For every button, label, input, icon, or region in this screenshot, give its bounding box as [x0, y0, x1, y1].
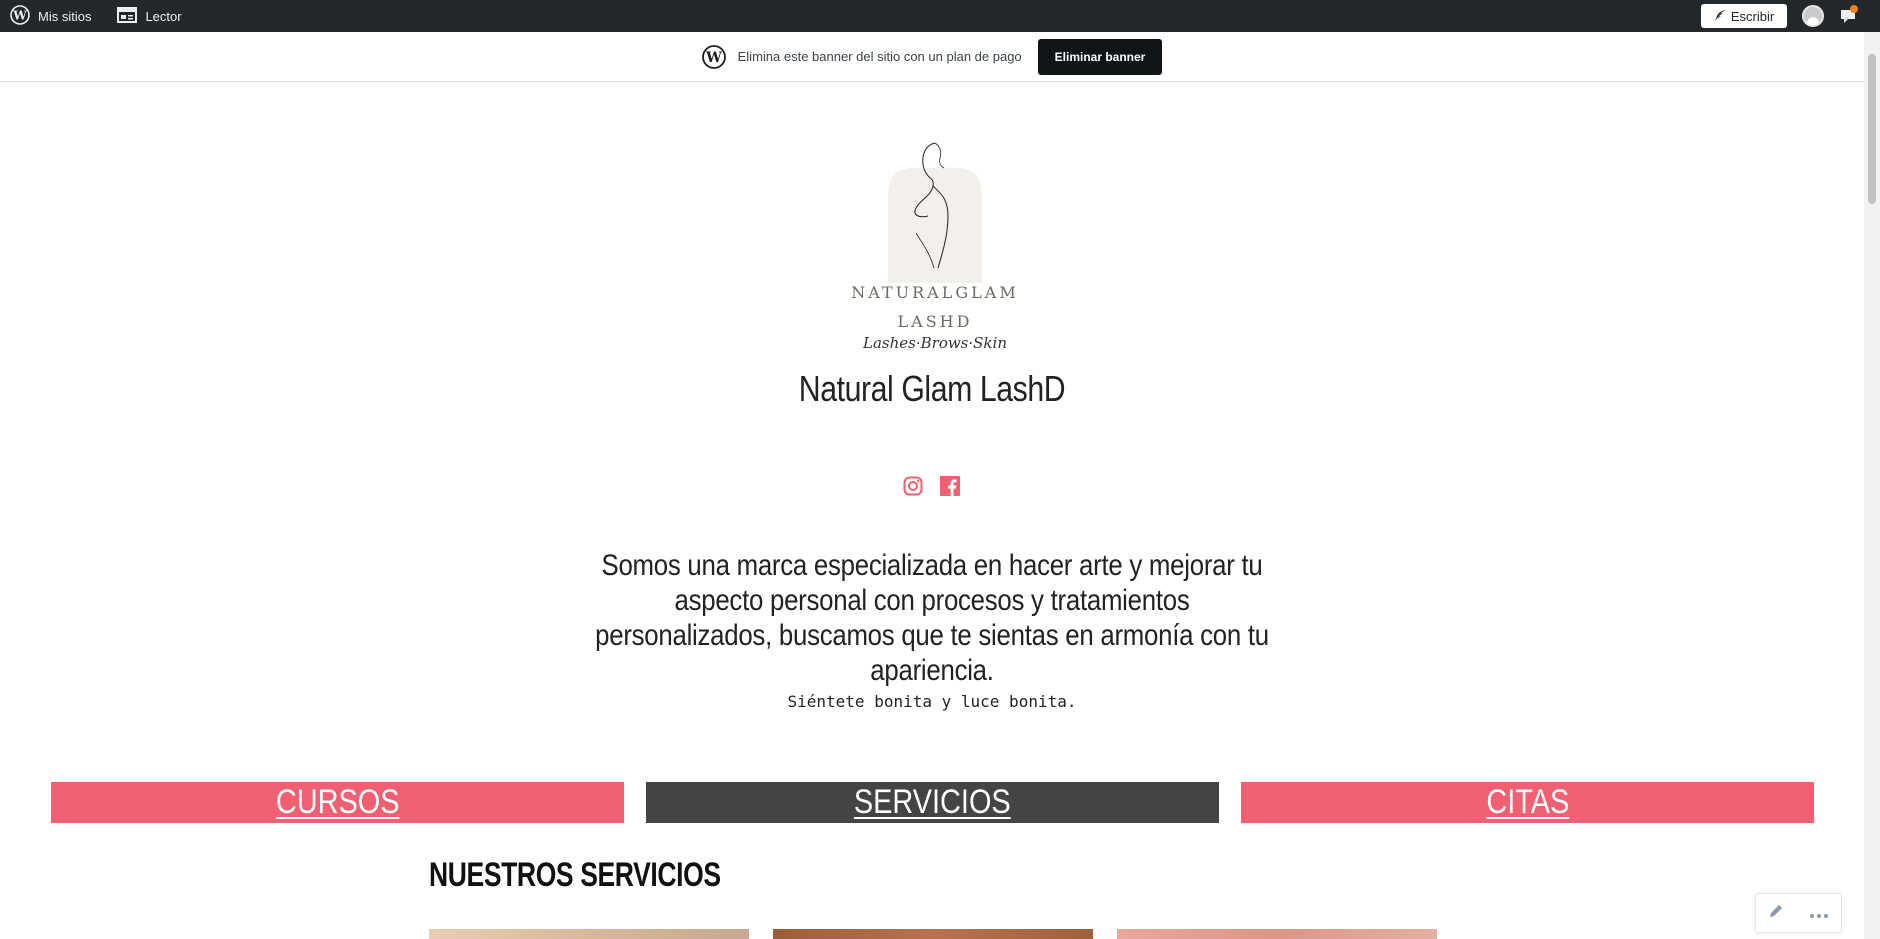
svg-text:W: W — [12, 8, 27, 22]
my-sites-label: Mis sitios — [38, 8, 92, 24]
reader-icon — [117, 6, 138, 26]
svg-text:W: W — [705, 50, 722, 66]
intro-paragraph: Somos una marca especializada en hacer a… — [595, 549, 1269, 687]
my-sites-menu[interactable]: W Mis sitios — [0, 0, 101, 32]
social-links — [902, 475, 961, 497]
feather-icon — [1714, 9, 1726, 24]
tagline: Siéntete bonita y luce bonita. — [787, 692, 1077, 711]
service-card-image[interactable] — [429, 929, 749, 939]
instagram-icon[interactable] — [902, 475, 924, 497]
wordpress-icon: W — [10, 4, 30, 28]
servicios-button[interactable]: SERVICIOS — [646, 782, 1219, 823]
write-label: Escribir — [1730, 8, 1775, 24]
scrollbar-thumb[interactable] — [1868, 54, 1876, 204]
banner-text: Elimina este banner del sitio con un pla… — [737, 49, 1022, 64]
notification-dot — [1850, 5, 1858, 13]
nav-buttons: CURSOS SERVICIOS CITAS — [51, 782, 1814, 823]
logo-illustration — [888, 142, 982, 283]
floating-tools — [1755, 893, 1842, 933]
more-options-icon[interactable] — [1809, 904, 1829, 923]
avatar[interactable] — [1802, 5, 1824, 27]
service-card-image[interactable] — [1117, 929, 1437, 939]
citas-label: CITAS — [1486, 783, 1569, 821]
cursos-label: CURSOS — [275, 783, 400, 821]
wordpress-icon: W — [701, 44, 726, 69]
service-cards — [429, 929, 1437, 939]
write-button[interactable]: Escribir — [1701, 4, 1787, 28]
service-card-image[interactable] — [773, 929, 1093, 939]
page-scrollbar[interactable] — [1864, 32, 1880, 939]
logo-tagline: Lashes·Brows·Skin — [863, 334, 1007, 352]
site-logo[interactable]: NATURALGLAM LASHD Lashes·Brows·Skin — [840, 138, 1030, 368]
remove-banner-button[interactable]: Eliminar banner — [1037, 38, 1163, 75]
facebook-icon[interactable] — [939, 475, 961, 497]
edit-icon[interactable] — [1768, 903, 1784, 923]
site-title[interactable]: Natural Glam LashD — [149, 368, 1715, 410]
logo-text-line1: NATURALGLAM — [851, 283, 1019, 302]
servicios-label: SERVICIOS — [854, 783, 1011, 821]
section-title: NUESTROS SERVICIOS — [429, 856, 721, 894]
reader-label: Lector — [145, 8, 182, 24]
upgrade-banner: W Elimina este banner del sitio con un p… — [0, 32, 1864, 82]
logo-text-line2: LASHD — [897, 312, 973, 331]
cursos-button[interactable]: CURSOS — [51, 782, 624, 823]
admin-bar: W Mis sitios Lector Escribir — [0, 0, 1880, 32]
citas-button[interactable]: CITAS — [1241, 782, 1814, 823]
reader-menu[interactable]: Lector — [107, 0, 191, 32]
notifications-icon[interactable] — [1838, 5, 1858, 26]
